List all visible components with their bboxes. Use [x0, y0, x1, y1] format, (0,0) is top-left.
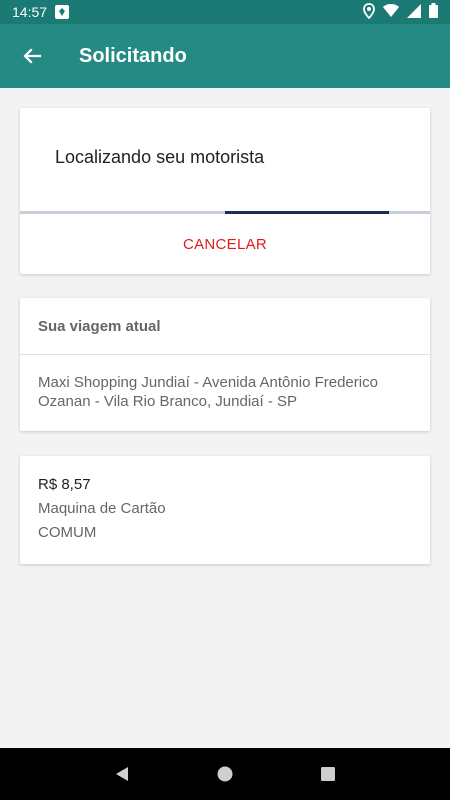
trip-address: Maxi Shopping Jundiaí - Avenida Antônio …	[38, 374, 378, 410]
trip-card: Sua viagem atual Maxi Shopping Jundiaí -…	[20, 298, 430, 431]
page-title: Solicitando	[79, 44, 187, 67]
searching-card: Localizando seu motorista CANCELAR	[20, 108, 430, 274]
home-circle-icon[interactable]	[205, 754, 245, 794]
trip-heading: Sua viagem atual	[20, 298, 430, 355]
back-triangle-icon[interactable]	[102, 754, 142, 794]
arrow-back-icon[interactable]	[4, 24, 60, 88]
trip-category: COMUM	[38, 524, 97, 541]
status-time: 14:57	[12, 4, 48, 20]
system-nav-bar	[0, 748, 450, 800]
location-icon	[363, 2, 375, 22]
notification-icon	[55, 5, 70, 19]
signal-icon	[407, 3, 421, 21]
payment-method: Maquina de Cartão	[38, 500, 166, 517]
battery-icon	[429, 3, 438, 21]
status-bar: 14:57	[0, 0, 450, 24]
searching-message: Localizando seu motorista	[55, 147, 265, 167]
trip-price: R$ 8,57	[38, 476, 91, 493]
recents-square-icon[interactable]	[308, 754, 348, 794]
wifi-icon	[383, 3, 399, 21]
cancel-button[interactable]: CANCELAR	[20, 214, 430, 274]
payment-card: R$ 8,57 Maquina de Cartão COMUM	[20, 456, 430, 564]
app-bar: Solicitando	[0, 24, 450, 88]
